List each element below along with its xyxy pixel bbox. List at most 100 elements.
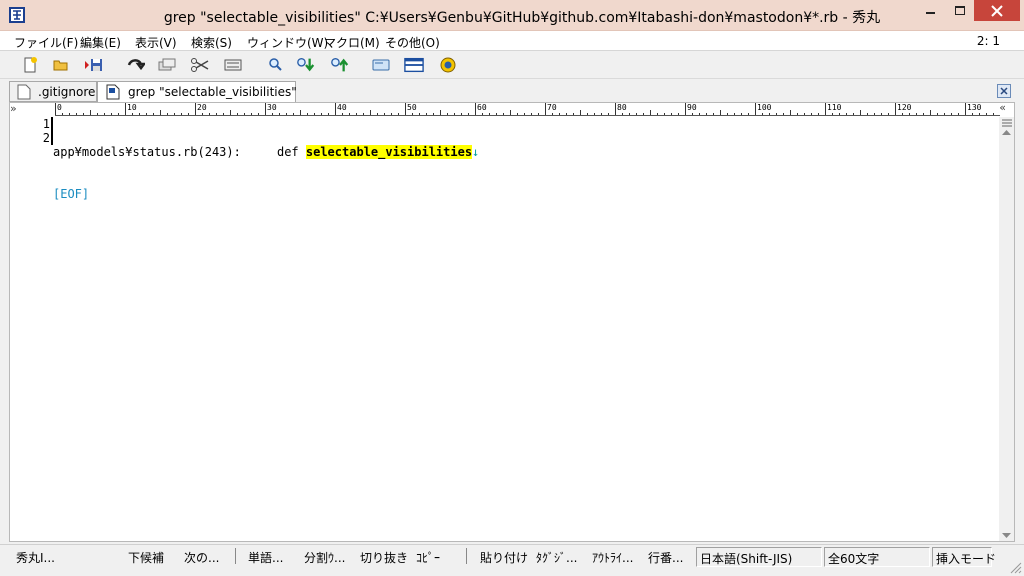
new-file-button[interactable]	[20, 56, 40, 74]
search-down-button[interactable]	[296, 56, 316, 74]
fkey-line-number[interactable]: 行番...	[648, 549, 683, 566]
menu-macro[interactable]: マクロ(M)	[324, 34, 380, 51]
fkey-cut[interactable]: 切り抜き	[360, 549, 408, 566]
undo-icon	[127, 59, 147, 71]
macro-icon	[440, 57, 456, 73]
window-split-button[interactable]	[404, 56, 424, 74]
close-tab-button[interactable]	[997, 84, 1011, 98]
ruler-number: 70	[547, 103, 557, 112]
paste-button[interactable]	[223, 56, 243, 74]
status-bar: 秀丸I... 下候補 次の... 単語... 分割ｳ... 切り抜き ｺﾋﾟｰ …	[0, 544, 1024, 576]
cursor-position: 2: 1	[976, 34, 1000, 48]
window-split-icon	[404, 57, 424, 73]
char-count-panel: 全60文字	[824, 547, 930, 567]
document-icon	[17, 84, 31, 100]
cut-button[interactable]	[190, 56, 210, 74]
tab-label: grep "selectable_visibilities"	[128, 85, 297, 99]
copy-button[interactable]	[157, 56, 177, 74]
search-up-icon	[331, 57, 349, 72]
line-number-gutter: 1 2	[10, 117, 50, 145]
ruler-number: 50	[407, 103, 417, 112]
tab-grep-results[interactable]: grep "selectable_visibilities"	[97, 81, 297, 102]
search-button[interactable]	[265, 56, 285, 74]
search-down-icon	[297, 57, 315, 72]
menu-edit[interactable]: 編集(E)	[80, 34, 121, 51]
menu-other[interactable]: その他(O)	[385, 34, 440, 51]
code-line: app¥models¥status.rb(243): def selectabl…	[53, 145, 479, 159]
search-match-highlight: selectable_visibilities	[305, 145, 473, 159]
grep-file-location: app¥models¥status.rb(243): def	[53, 145, 306, 159]
split-handle-icon[interactable]	[1002, 119, 1012, 127]
grep-button[interactable]	[371, 56, 391, 74]
fkey-word[interactable]: 単語...	[248, 549, 283, 566]
scroll-up-icon[interactable]	[1002, 129, 1011, 135]
ruler-number: 10	[127, 103, 137, 112]
tab-gitignore[interactable]: .gitignore	[9, 81, 97, 102]
menu-window[interactable]: ウィンドウ(W)	[247, 34, 328, 51]
fkey-tag-jump[interactable]: ﾀｸﾞｼﾞ...	[536, 549, 577, 566]
ruler-number: 40	[337, 103, 347, 112]
column-ruler: 0 10 20 30 40 50 60 70 80 90 100 110 120 130	[55, 103, 1000, 116]
ruler-number: 90	[687, 103, 697, 112]
minimize-button[interactable]	[916, 0, 945, 21]
minimize-icon	[925, 11, 935, 14]
menu-view[interactable]: 表示(V)	[135, 34, 177, 51]
line-number: 1	[42, 117, 50, 131]
newline-marker: ↓	[472, 145, 480, 159]
eof-marker: [EOF]	[53, 187, 90, 201]
open-folder-button[interactable]	[51, 56, 71, 74]
ruler-number: 110	[827, 103, 842, 112]
macro-button[interactable]	[438, 56, 458, 74]
editor-area[interactable]: » 0 10 20 30 40 50 60 70 80 90 100 110 120 130 « 1 2 …	[9, 101, 1015, 542]
ruler-number: 60	[477, 103, 487, 112]
ruler-number: 20	[197, 103, 207, 112]
insert-mode-panel[interactable]: 挿入モード	[932, 547, 996, 567]
copy-icon	[158, 58, 176, 71]
paste-icon	[224, 59, 242, 71]
ruler-number: 30	[267, 103, 277, 112]
ruler-number: 120	[897, 103, 912, 112]
ruler-number: 100	[757, 103, 772, 112]
save-button[interactable]	[84, 56, 104, 74]
fkey-next-candidate[interactable]: 下候補	[128, 549, 164, 566]
ruler-number: 130	[967, 103, 982, 112]
grep-icon	[372, 59, 390, 71]
resize-grip-icon[interactable]	[1008, 560, 1022, 574]
undo-button[interactable]	[125, 56, 147, 74]
code-text[interactable]: app¥models¥status.rb(243): def selectabl…	[53, 117, 479, 229]
fkey-outline[interactable]: ｱｳﾄﾗｲ...	[592, 549, 633, 566]
maximize-icon	[954, 5, 965, 15]
scroll-down-icon[interactable]	[1002, 533, 1011, 539]
menu-file[interactable]: ファイル(F)	[14, 34, 78, 51]
close-icon	[991, 4, 1003, 17]
menu-bar: ファイル(F) 編集(E) 表示(V) 検索(S) ウィンドウ(W) マクロ(M…	[0, 31, 1024, 51]
search-up-button[interactable]	[330, 56, 350, 74]
ruler-left-marker: »	[10, 102, 17, 115]
search-icon	[269, 58, 282, 71]
close-icon	[1000, 87, 1008, 95]
encoding-panel[interactable]: 日本語(Shift-JIS)	[696, 547, 822, 567]
fkey-hidemaru[interactable]: 秀丸I...	[16, 549, 55, 566]
menu-search[interactable]: 検索(S)	[191, 34, 232, 51]
fkey-copy[interactable]: ｺﾋﾟｰ	[416, 549, 440, 566]
fkey-split[interactable]: 分割ｳ...	[304, 549, 345, 566]
fkey-paste[interactable]: 貼り付け	[480, 549, 528, 566]
maximize-button[interactable]	[945, 0, 974, 21]
toolbar	[0, 52, 1024, 79]
ruler-number: 80	[617, 103, 627, 112]
line-number: 2	[42, 131, 50, 145]
title-bar: grep "selectable_visibilities" C:¥Users¥…	[0, 0, 1024, 31]
vertical-scrollbar[interactable]	[999, 117, 1014, 541]
fkey-separator	[466, 548, 467, 564]
code-line: [EOF]	[53, 187, 479, 201]
tab-bar: .gitignore grep "selectable_visibilities…	[0, 80, 1024, 102]
ruler-right-marker: «	[999, 101, 1006, 114]
window-title: grep "selectable_visibilities" C:¥Users¥…	[163, 10, 881, 26]
fkey-separator	[235, 548, 236, 564]
close-button[interactable]	[974, 0, 1020, 21]
fkey-next[interactable]: 次の...	[184, 549, 219, 566]
grep-document-icon	[106, 84, 120, 100]
ruler-number: 0	[57, 103, 62, 112]
save-icon	[85, 59, 102, 71]
cut-icon	[191, 58, 209, 72]
